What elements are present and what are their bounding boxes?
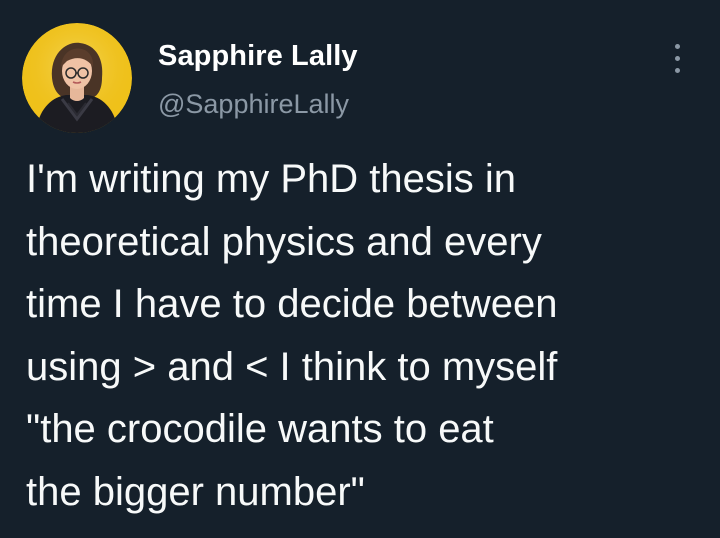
tweet-text-line: theoretical physics and every: [26, 219, 542, 264]
more-vertical-icon[interactable]: [668, 40, 688, 78]
author-name[interactable]: Sapphire Lally: [158, 38, 358, 74]
tweet-text-line: "the crocodile wants to eat: [26, 407, 494, 451]
profile-photo: [22, 23, 132, 133]
tweet: Sapphire Lally @SapphireLally I'm writin…: [0, 0, 720, 538]
menu-dot: [675, 56, 680, 61]
tweet-text-line: the bigger number": [26, 469, 365, 514]
tweet-text: I'm writing my PhD thesis in theoretical…: [26, 148, 706, 523]
menu-dot: [675, 68, 680, 73]
author-handle[interactable]: @SapphireLally: [158, 87, 349, 121]
avatar[interactable]: [22, 23, 132, 133]
tweet-text-line: I'm writing my PhD thesis in: [26, 157, 516, 201]
tweet-text-line: time I have to decide between: [26, 282, 558, 326]
menu-dot: [675, 44, 680, 49]
tweet-text-line: using > and < I think to myself: [26, 344, 558, 389]
